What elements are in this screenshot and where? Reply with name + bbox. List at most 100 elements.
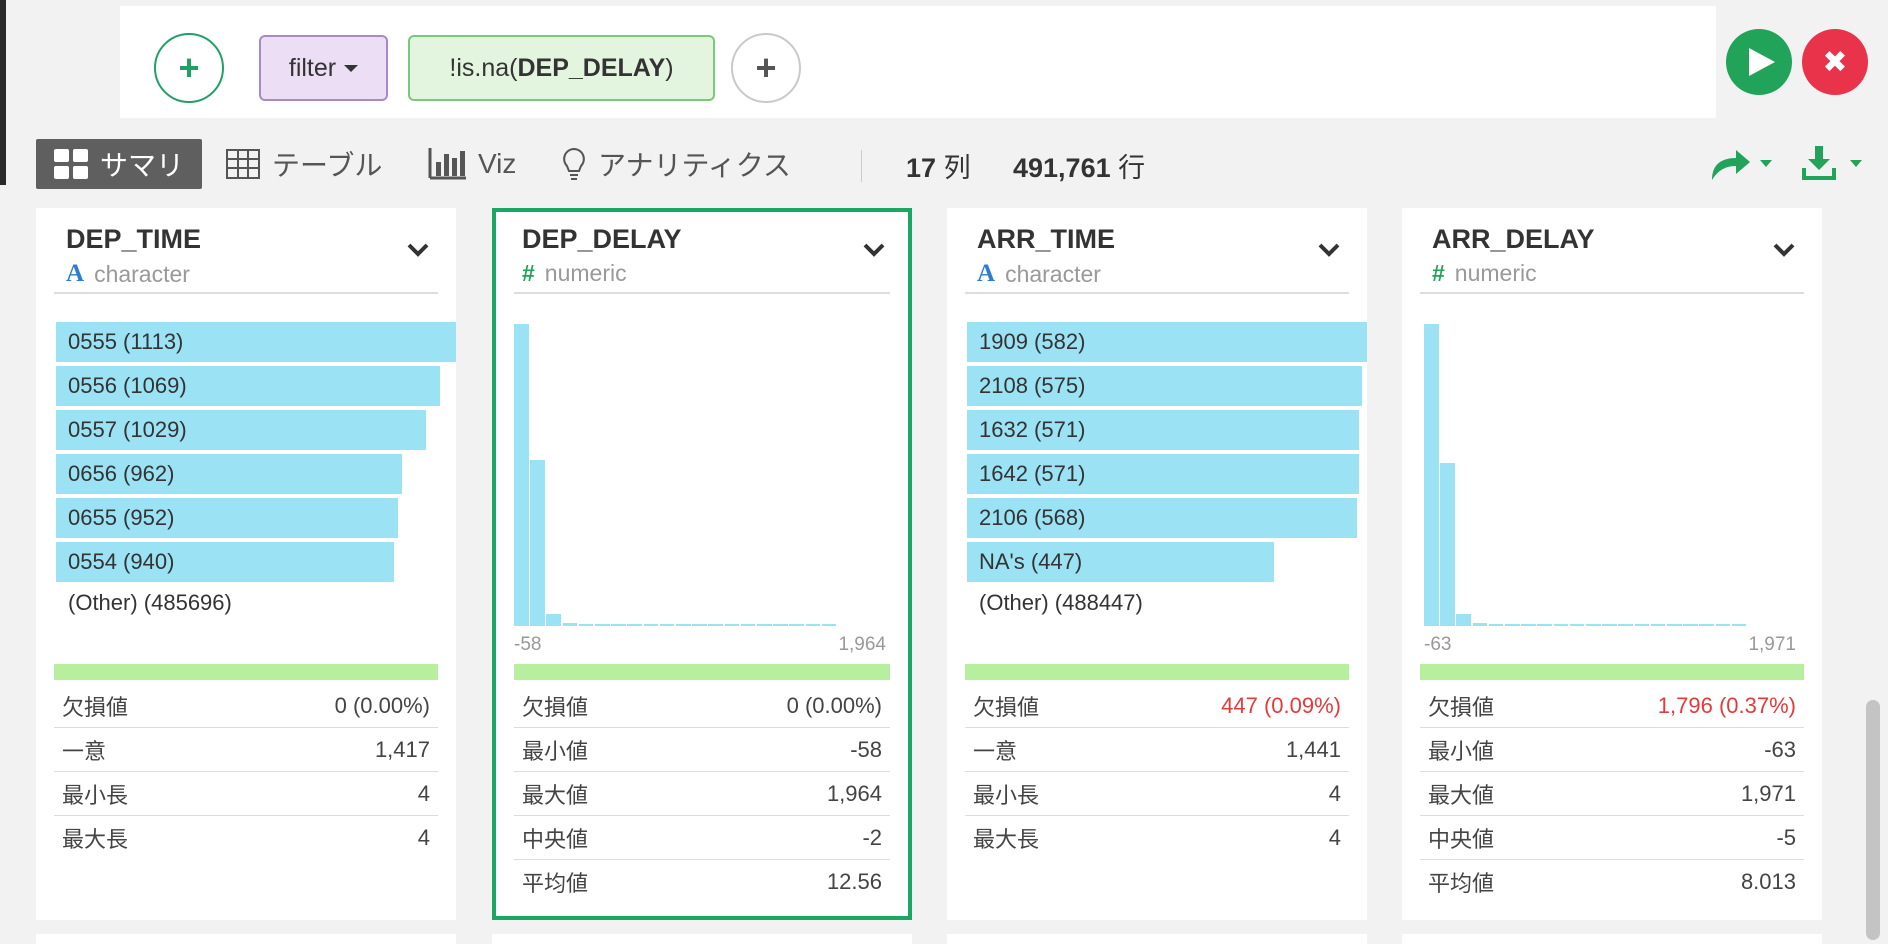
value-bar[interactable]: 2108 (575)	[967, 366, 1362, 406]
histogram-bin[interactable]	[1553, 624, 1569, 626]
histogram-bin[interactable]	[1521, 624, 1536, 626]
tab-analytics[interactable]: アナリティクス	[562, 139, 791, 189]
column-name: ARR_DELAY	[1432, 224, 1595, 254]
value-bar[interactable]: 0555 (1113)	[56, 322, 456, 362]
value-bar[interactable]: 0557 (1029)	[56, 410, 426, 450]
histogram-bin[interactable]	[1715, 624, 1731, 626]
histogram-bin[interactable]	[1440, 463, 1455, 626]
stat-label: 中央値	[1428, 826, 1495, 852]
histogram-bin[interactable]	[789, 624, 805, 626]
histogram-bin[interactable]	[1602, 624, 1617, 626]
histogram-bin[interactable]	[627, 624, 643, 626]
numeric-type-icon: #	[1432, 260, 1445, 286]
stat-row: 中央値 -2	[514, 816, 890, 860]
cancel-button[interactable]: ✖	[1802, 29, 1868, 95]
histogram-bin[interactable]	[1456, 614, 1472, 626]
tab-summary[interactable]: サマリ	[36, 139, 202, 189]
vertical-scrollbar[interactable]	[1866, 700, 1880, 940]
column-card[interactable]: DEP_TIME Acharacter 0555 (1113) 0556 (1069)…	[36, 208, 456, 920]
histogram-bin[interactable]	[1667, 624, 1682, 626]
caret-down-icon	[344, 64, 359, 72]
histogram-bin[interactable]	[1618, 624, 1634, 626]
histogram-bin[interactable]	[1699, 624, 1715, 626]
value-bar[interactable]: NA's (447)	[967, 542, 1274, 582]
histogram-bin[interactable]	[1650, 624, 1666, 626]
stat-row: 欠損値 0 (0.00%)	[54, 684, 438, 728]
row-count: 491,761 行	[1013, 153, 1146, 183]
column-menu-button[interactable]	[406, 242, 430, 263]
header-divider	[54, 292, 438, 294]
value-bar[interactable]: 0554 (940)	[56, 542, 394, 582]
value-bar[interactable]: 1642 (571)	[967, 454, 1359, 494]
histogram-bin[interactable]	[1488, 624, 1504, 626]
tab-viz[interactable]: Viz	[428, 139, 516, 189]
stat-row: 平均値 12.56	[514, 860, 890, 904]
histogram-bin[interactable]	[708, 624, 724, 626]
stat-value: 4	[417, 825, 430, 850]
column-card[interactable]: ARR_DELAY # numeric -63 1,971 欠損値 1,796 (0.37%…	[1402, 208, 1822, 920]
value-bar[interactable]: 1632 (571)	[967, 410, 1359, 450]
histogram-bin[interactable]	[546, 614, 562, 626]
stat-value: 8.013	[1740, 869, 1796, 894]
histogram-bin[interactable]	[805, 624, 821, 626]
stat-label: 中央値	[522, 826, 589, 852]
chevron-down-icon	[1318, 243, 1340, 257]
filter-command-dropdown[interactable]: filter	[259, 35, 388, 101]
completeness-bar	[54, 664, 438, 680]
stat-value: 0 (0.00%)	[786, 692, 882, 718]
histogram-bin[interactable]	[757, 624, 772, 626]
tab-table[interactable]: テーブル	[226, 139, 382, 189]
histogram-bin[interactable]	[1569, 624, 1585, 626]
column-card[interactable]: ARR_TIME Acharacter 1909 (582) 2108 (575) 16…	[947, 208, 1367, 920]
value-bar[interactable]: 2106 (568)	[967, 498, 1357, 538]
histogram-bin[interactable]	[1472, 623, 1488, 626]
column-menu-button[interactable]	[862, 242, 886, 263]
histogram-bin[interactable]	[740, 624, 756, 626]
histogram-bin[interactable]	[530, 460, 545, 626]
histogram-bin[interactable]	[1683, 624, 1698, 626]
histogram-bin[interactable]	[595, 624, 610, 626]
download-button[interactable]	[1800, 146, 1866, 187]
histogram-bin[interactable]	[643, 624, 659, 626]
value-bar[interactable]: 0556 (1069)	[56, 366, 440, 406]
add-condition-button[interactable]: +	[731, 33, 801, 103]
column-name: ARR_TIME	[977, 224, 1116, 254]
stat-row: 一意 1,417	[54, 728, 438, 772]
filter-condition[interactable]: !is.na(DEP_DELAY)	[408, 35, 715, 101]
histogram-bin[interactable]	[1634, 624, 1650, 626]
stat-row: 欠損値 447 (0.09%)	[965, 684, 1349, 728]
share-icon	[1712, 150, 1772, 180]
histogram-bin[interactable]	[1505, 624, 1520, 626]
histogram-bin[interactable]	[659, 624, 675, 626]
histogram-bin[interactable]	[578, 624, 594, 626]
stat-value: 1,971	[1740, 780, 1796, 806]
histogram-bin[interactable]	[1424, 324, 1439, 626]
histogram-bin[interactable]	[611, 624, 626, 626]
column-card[interactable]: DEP_DELAY # numeric -58 1,964 欠損値 0 (0.00%) 最小値…	[492, 208, 912, 920]
column-menu-button[interactable]	[1317, 242, 1341, 263]
histogram-bin[interactable]	[1537, 624, 1553, 626]
stat-value: 4	[1328, 825, 1341, 850]
next-card-top	[1402, 934, 1822, 944]
column-menu-button[interactable]	[1772, 242, 1796, 263]
histogram-bin[interactable]	[1731, 624, 1747, 626]
histogram-bin[interactable]	[692, 624, 707, 626]
stat-label: 一意	[973, 738, 1018, 764]
share-button[interactable]	[1708, 146, 1774, 187]
histogram-bin[interactable]	[562, 623, 578, 626]
histogram-bin[interactable]	[1586, 624, 1601, 626]
histogram-bin[interactable]	[676, 624, 691, 626]
value-bar[interactable]: 0656 (962)	[56, 454, 402, 494]
stat-value: 447 (0.09%)	[1221, 692, 1341, 718]
other-values: (Other) (488447)	[979, 590, 1143, 615]
next-card-top	[947, 934, 1367, 944]
histogram-bin[interactable]	[514, 324, 529, 626]
histogram-bin[interactable]	[821, 624, 837, 626]
lightbulb-icon	[563, 147, 585, 180]
histogram-bin[interactable]	[724, 624, 740, 626]
add-step-button[interactable]: +	[154, 33, 224, 103]
histogram-bin[interactable]	[773, 624, 788, 626]
value-bar[interactable]: 1909 (582)	[967, 322, 1367, 362]
value-bar[interactable]: 0655 (952)	[56, 498, 398, 538]
run-button[interactable]	[1726, 29, 1792, 95]
